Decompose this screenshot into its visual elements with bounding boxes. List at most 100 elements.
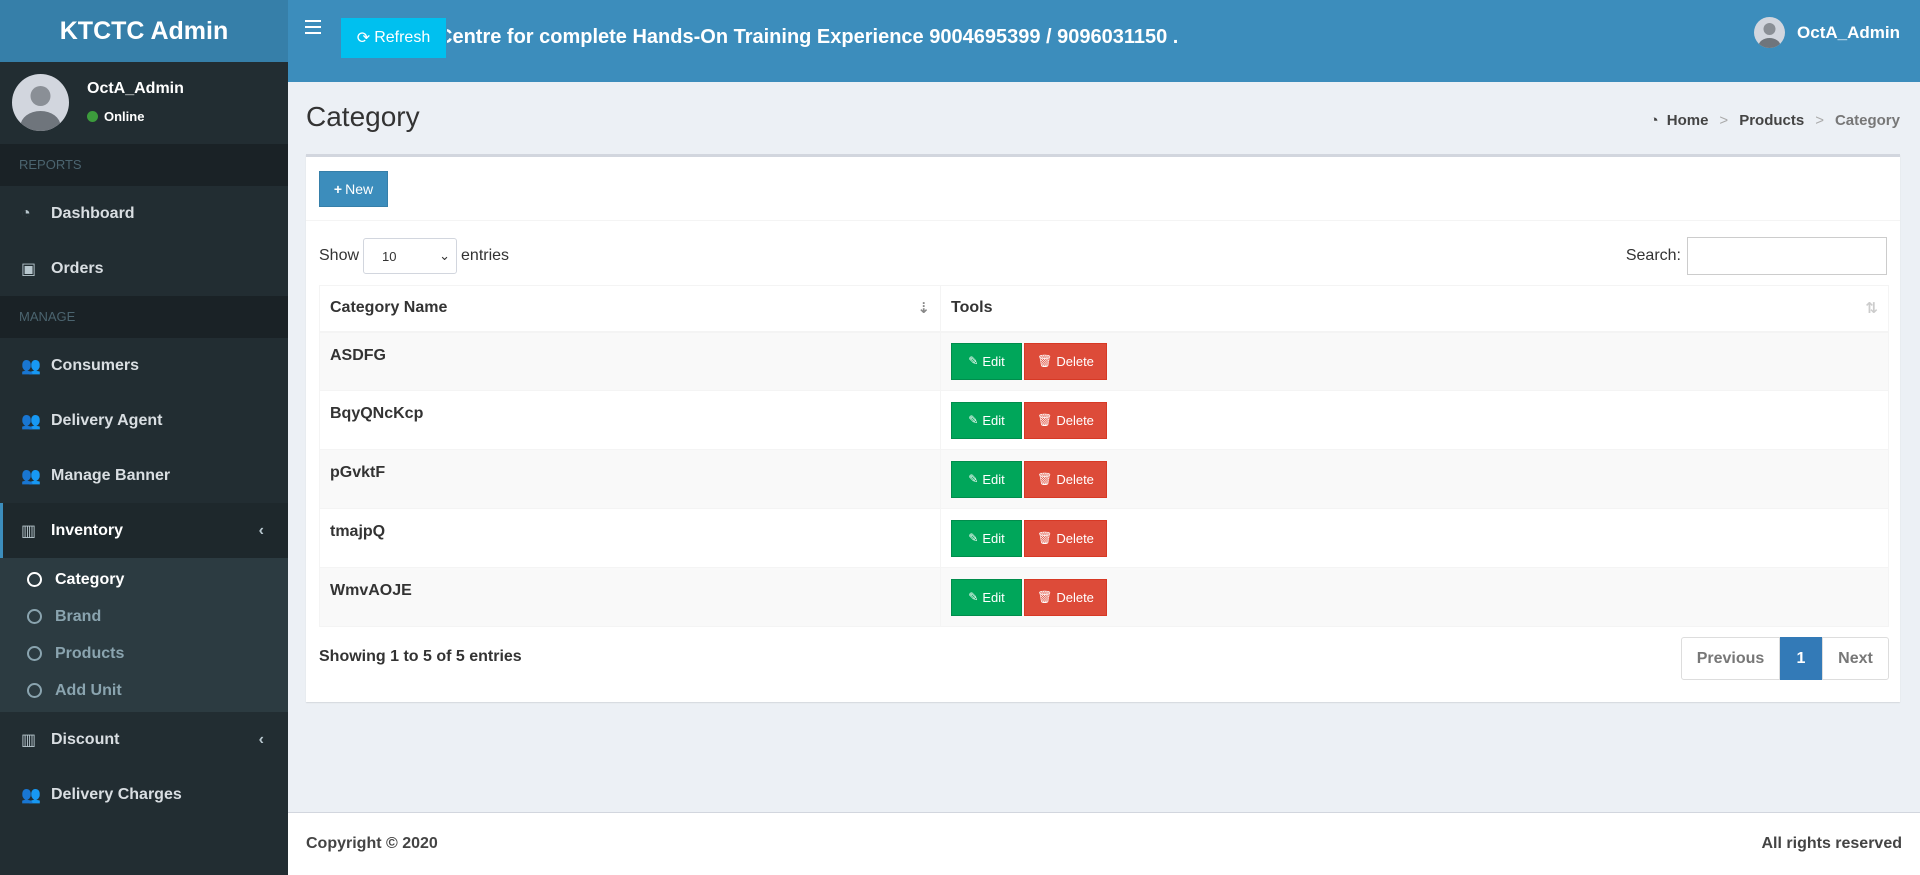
tools-cell: ✎ Edit 🗑 Delete (940, 567, 1889, 627)
next-button[interactable]: Next (1822, 637, 1889, 680)
menu-toggle-icon[interactable] (305, 20, 321, 38)
edit-icon: ✎ (968, 472, 979, 486)
sidebar-item-delivery-charges[interactable]: 👥 Delivery Charges (0, 767, 288, 822)
sidebar-item-label: Orders (51, 259, 104, 277)
table-row: ASDFG ✎ Edit 🗑 Delete (319, 331, 1889, 391)
submenu-label: Products (55, 644, 125, 662)
sidebar: KTCTC Admin OctA_Admin Online REPORTS ◔ … (0, 0, 288, 875)
edit-button[interactable]: ✎ Edit (951, 342, 1022, 380)
sidebar-item-label: Dashboard (51, 204, 135, 222)
breadcrumb-separator: > (1815, 112, 1824, 129)
brand-logo[interactable]: KTCTC Admin (0, 0, 288, 62)
barcode-icon: ▥ (21, 731, 37, 749)
dashboard-icon: ◔ (21, 204, 31, 222)
user-menu[interactable]: OctA_Admin (1754, 17, 1900, 48)
breadcrumb-current: Category (1834, 112, 1900, 129)
trash-icon: 🗑 (1037, 531, 1053, 545)
sidebar-item-inventory[interactable]: ▥ Inventory ‹ (0, 503, 288, 558)
delete-button[interactable]: 🗑 Delete (1024, 578, 1107, 616)
breadcrumb-separator: > (1719, 112, 1729, 129)
submenu-item-products[interactable]: Products (0, 635, 288, 672)
status-text: Online (104, 109, 145, 124)
circle-icon (27, 646, 42, 661)
refresh-label: Refresh (374, 29, 431, 46)
chevron-left-icon: ‹ (258, 730, 264, 748)
delete-button[interactable]: 🗑 Delete (1024, 519, 1107, 557)
tools-cell: ✎ Edit 🗑 Delete (940, 508, 1889, 568)
delete-button[interactable]: 🗑 Delete (1024, 401, 1107, 439)
sidebar-item-label: Manage Banner (51, 466, 171, 484)
content-area: Category ◔ Home > Products > Category + … (288, 82, 1920, 812)
page-1-button[interactable]: 1 (1780, 637, 1822, 680)
new-label: New (345, 181, 374, 197)
sidebar-item-discount[interactable]: ▥ Discount ‹ (0, 712, 288, 767)
table-info: Showing 1 to 5 of 5 entries (319, 648, 522, 665)
page-title: Category (306, 101, 420, 132)
delete-button[interactable]: 🗑 Delete (1024, 460, 1107, 498)
box-header: + New (306, 157, 1900, 221)
user-name: OctA_Admin (87, 80, 184, 97)
edit-button[interactable]: ✎ Edit (951, 401, 1022, 439)
entries-value: 10 (382, 248, 397, 264)
sidebar-item-delivery-agent[interactable]: 👥 Delivery Agent (0, 393, 288, 448)
users-icon: 👥 (21, 412, 41, 430)
table-row: tmajpQ ✎ Edit 🗑 Delete (319, 508, 1889, 568)
sidebar-item-consumers[interactable]: 👥 Consumers (0, 338, 288, 393)
copyright-text: Copyright © 2020 (306, 835, 438, 852)
category-box: + New Show 10 ⌄ entries Search: Category… (306, 154, 1900, 702)
column-header-tools[interactable]: Tools ⇅ (940, 285, 1889, 333)
users-icon: 👥 (21, 786, 41, 804)
online-dot-icon (87, 111, 98, 122)
submenu-item-brand[interactable]: Brand (0, 598, 288, 635)
new-button[interactable]: + New (319, 171, 388, 207)
tools-cell: ✎ Edit 🗑 Delete (940, 331, 1889, 391)
sidebar-item-manage-banner[interactable]: 👥 Manage Banner (0, 448, 288, 503)
sidebar-item-label: Delivery Charges (51, 785, 182, 803)
user-menu-name: OctA_Admin (1797, 22, 1900, 42)
menu-header-manage: MANAGE (0, 296, 288, 338)
column-label: Category Name (330, 299, 448, 317)
category-name-cell: BqyQNcKcp (319, 390, 941, 450)
sidebar-item-label: Discount (51, 730, 120, 748)
entries-select[interactable]: 10 ⌄ (363, 238, 458, 274)
delete-button[interactable]: 🗑 Delete (1024, 342, 1107, 380)
refresh-icon: ⟳ (356, 30, 371, 47)
users-icon: 👥 (21, 467, 41, 485)
rights-text: All rights reserved (1761, 835, 1903, 852)
category-name-cell: WmvAOJE (319, 567, 941, 627)
inventory-submenu: Category Brand Products Add Unit (0, 558, 288, 712)
breadcrumb-products[interactable]: Products (1739, 112, 1804, 129)
tools-cell: ✎ Edit 🗑 Delete (940, 449, 1889, 509)
previous-button[interactable]: Previous (1681, 637, 1780, 680)
sidebar-item-orders[interactable]: ▣ Orders (0, 241, 288, 296)
search-control: Search: (1626, 236, 1887, 276)
dashboard-icon: ◔ (1649, 112, 1659, 129)
user-panel: OctA_Admin Online (0, 62, 288, 144)
circle-icon (27, 609, 42, 624)
breadcrumb: ◔ Home > Products > Category (1650, 112, 1900, 129)
submenu-item-category[interactable]: Category (0, 561, 288, 598)
breadcrumb-home[interactable]: Home (1667, 112, 1709, 129)
trash-icon: 🗑 (1037, 590, 1053, 604)
column-label: Tools (951, 299, 993, 317)
category-name-cell: ASDFG (319, 331, 941, 391)
barcode-icon: ▥ (21, 522, 37, 540)
refresh-button[interactable]: ⟳ Refresh (341, 18, 446, 58)
submenu-label: Category (55, 570, 125, 588)
circle-icon (27, 683, 42, 698)
marquee-text: Centre for complete Hands-On Training Ex… (447, 26, 1179, 48)
trash-icon: 🗑 (1037, 354, 1053, 369)
sort-icon: ⇅ (1865, 300, 1878, 318)
edit-button[interactable]: ✎ Edit (951, 460, 1022, 498)
submenu-item-add-unit[interactable]: Add Unit (0, 672, 288, 709)
category-name-cell: pGvktF (319, 449, 941, 509)
money-icon: ▣ (21, 260, 37, 278)
plus-icon: + (333, 181, 343, 197)
search-input[interactable] (1687, 237, 1887, 275)
edit-button[interactable]: ✎ Edit (951, 578, 1022, 616)
column-header-category-name[interactable]: Category Name ⇣ (319, 285, 941, 333)
sort-asc-icon: ⇣ (917, 300, 930, 318)
sidebar-item-dashboard[interactable]: ◔ Dashboard (0, 186, 288, 241)
edit-button[interactable]: ✎ Edit (951, 519, 1022, 557)
chevron-down-icon: ⌄ (439, 248, 451, 263)
